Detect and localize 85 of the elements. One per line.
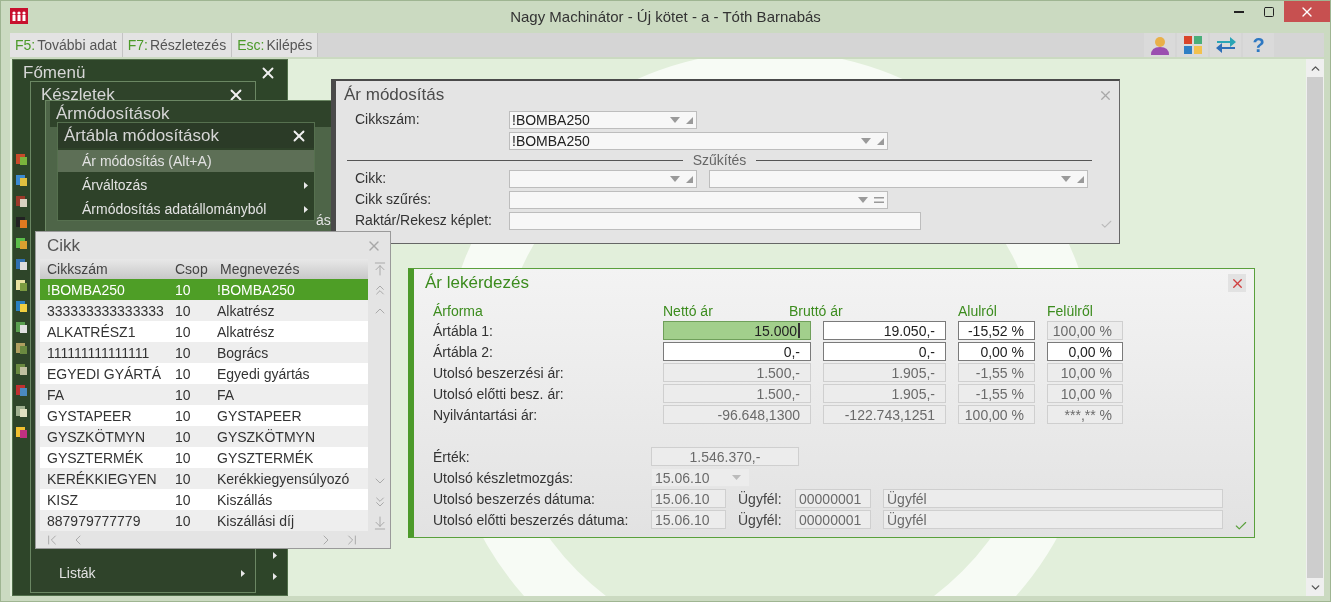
- price-field: 1.500,-: [663, 384, 811, 403]
- table-cell-text: Alkatrész: [216, 323, 276, 340]
- row-label: Nyilvántartási ár:: [433, 406, 539, 423]
- table-cell-text: FA: [216, 386, 236, 403]
- field-label: Utolsó készletmozgás:: [433, 469, 575, 486]
- table-cell-text: 10: [174, 323, 192, 340]
- table-cell-text: !BOMBA250: [216, 281, 296, 298]
- field-label: Cikk szűrés:: [355, 191, 433, 207]
- price-field: 100,00 %: [1047, 321, 1123, 340]
- field-label: Utolsó előtti beszerzés dátuma:: [433, 511, 630, 528]
- field-label: Utolsó beszerzés dátuma:: [433, 490, 596, 507]
- table-cell-text: 10: [174, 386, 192, 403]
- column-header: Felülről: [1047, 303, 1093, 319]
- column-header: Nettó ár: [663, 303, 713, 319]
- price-field: 1.905,-: [823, 363, 946, 382]
- table-cell-text: 10: [174, 470, 192, 487]
- menu-title: Készletek: [41, 85, 115, 104]
- table-cell-text: GYSZTERMÉK: [46, 449, 145, 466]
- table-cell-text: Bogrács: [216, 344, 270, 361]
- column-header: Alulról: [958, 303, 997, 319]
- price-field: -1,55 %: [958, 384, 1035, 403]
- price-field: 1.905,-: [823, 384, 946, 403]
- field-label: Ügyfél:: [738, 490, 783, 507]
- client-name-field: Ügyfél: [883, 510, 1223, 529]
- row-label: Ártábla 2:: [433, 343, 494, 360]
- field-label: Ügyfél:: [738, 511, 783, 528]
- date-field: 15.06.10: [651, 510, 726, 529]
- table-cell-text: EGYEDI GYÁRTÁ: [46, 365, 163, 382]
- table-cell-text: 333333333333333: [46, 302, 165, 319]
- table-cell-text: 10: [174, 428, 192, 445]
- field-label: Cikkszám:: [355, 111, 421, 127]
- column-header: Bruttó ár: [789, 303, 843, 319]
- price-field: 10,00 %: [1047, 384, 1123, 403]
- client-code-field: 00000001: [795, 510, 871, 529]
- dialog-title: Ár lekérdezés: [425, 273, 529, 293]
- table-cell-text: FA: [46, 386, 66, 403]
- table-cell-text: KISZ: [46, 491, 80, 508]
- section-title: Szűkítés: [692, 152, 747, 168]
- table-cell-text: ALKATRÉSZ1: [46, 323, 137, 340]
- dialog-title: Ár módosítás: [344, 85, 445, 105]
- table-cell-text: GYSTAPEER: [46, 407, 133, 424]
- table-cell-text: !BOMBA250: [46, 281, 126, 298]
- price-field: 10,00 %: [1047, 363, 1123, 382]
- window-title: Cikk: [47, 235, 81, 256]
- table-cell-text: 10: [174, 281, 192, 298]
- table-cell-text: Kiszállási díj: [216, 512, 296, 529]
- field-label: Raktár/Rekesz képlet:: [355, 212, 493, 228]
- price-field: 100,00 %: [958, 405, 1035, 424]
- row-label: Utolsó előtti besz. ár:: [433, 385, 565, 402]
- row-label: Utolsó beszerzési ár:: [433, 364, 565, 381]
- table-cell-text: Alkatrész: [216, 302, 276, 319]
- table-cell-text: 10: [174, 344, 192, 361]
- price-field: ***,** %: [1047, 405, 1123, 424]
- field-label: Érték:: [433, 448, 471, 465]
- table-cell-text: GYSZKÖTMYN: [216, 428, 316, 445]
- table-cell-text: GYSZTERMÉK: [216, 449, 315, 466]
- table-cell-text: Egyedi gyártás: [216, 365, 311, 382]
- table-cell-text: 10: [174, 302, 192, 319]
- price-field: -122.743,1251: [823, 405, 946, 424]
- price-field: -1,55 %: [958, 363, 1035, 382]
- price-field: 1.500,-: [663, 363, 811, 382]
- table-cell-text: Kerékkiegyensúlyozó: [216, 470, 351, 487]
- client-name-field: Ügyfél: [883, 489, 1223, 508]
- table-cell-text: 10: [174, 512, 192, 529]
- table-cell-text: KERÉKKIEGYEN: [46, 470, 158, 487]
- window-title: Nagy Machinátor - Új kötet - a - Tóth Barnabás: [510, 8, 821, 25]
- menu-title: Ármódosítások: [56, 104, 170, 124]
- date-field: 15.06.10: [651, 489, 726, 508]
- table-cell-text: 10: [174, 491, 192, 508]
- value-field: 1.546.370,-: [651, 447, 799, 466]
- menu-title: Főmenü: [23, 63, 86, 83]
- table-cell-text: 111111111111111: [46, 344, 151, 361]
- table-cell-text: Kiszállás: [216, 491, 274, 508]
- menu-title: Ártábla módosítások: [64, 125, 219, 146]
- table-cell-text: GYSZKÖTMYN: [46, 428, 146, 445]
- table-cell-text: 10: [174, 407, 192, 424]
- price-field: -96.648,1300: [663, 405, 811, 424]
- field-label: Cikk:: [355, 170, 388, 186]
- client-code-field: 00000001: [795, 489, 871, 508]
- table-cell-text: 10: [174, 365, 192, 382]
- table-cell-text: 887979777779: [46, 512, 142, 529]
- row-label: Ártábla 1:: [433, 322, 494, 339]
- table-cell-text: 10: [174, 449, 192, 466]
- column-header: Árforma: [433, 303, 483, 319]
- table-cell-text: GYSTAPEER: [216, 407, 303, 424]
